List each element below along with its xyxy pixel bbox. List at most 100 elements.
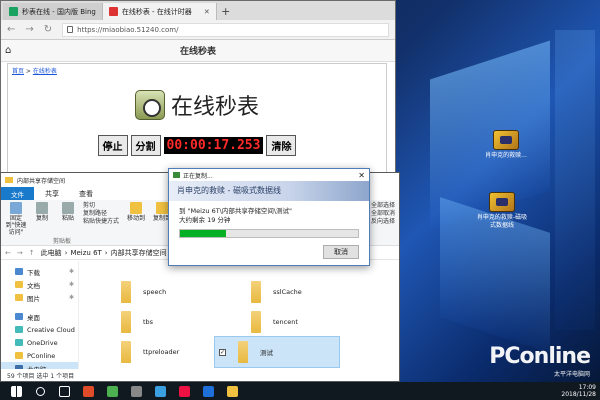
up-icon[interactable]: ↑ [29, 249, 35, 257]
site-header: ⌂ 在线秒表 [1, 40, 395, 62]
taskbar-app[interactable] [220, 382, 244, 400]
list-item[interactable]: ✓ 测试 [214, 336, 340, 368]
close-icon[interactable]: ✕ [358, 171, 365, 180]
movie-file-icon [489, 192, 515, 212]
paste-button[interactable]: 粘贴 [57, 202, 79, 236]
navigation-pane: 下载 ✱ 文档 ✱ 图片 ✱ 桌面 Creative Cloud OneDrive P… [1, 261, 79, 375]
nav-item-pictures[interactable]: 图片 ✱ [1, 291, 78, 304]
folder-icon [238, 341, 248, 363]
clear-button[interactable]: 清除 [266, 135, 297, 156]
stopwatch-controls: 停止 分割 00:00:17.253 清除 [8, 135, 386, 156]
paste-shortcut-button[interactable]: 粘贴快捷方式 [83, 218, 119, 226]
site-icon [108, 7, 118, 16]
pin-icon: ✱ [68, 281, 74, 288]
desktop-icon[interactable]: 肖申克的救赎-磁吸式数据线 [476, 192, 528, 230]
pin-icon: ✱ [68, 268, 74, 275]
folder-icon [15, 281, 23, 288]
path-segment[interactable]: 此电脑 [41, 248, 62, 258]
edge-icon [202, 385, 214, 397]
breadcrumb-home-link[interactable]: 首页 [12, 68, 24, 75]
taskbar-app[interactable] [196, 382, 220, 400]
taskbar-app[interactable] [76, 382, 100, 400]
folder-icon [121, 281, 131, 303]
back-icon[interactable]: ← [5, 249, 11, 257]
list-item[interactable]: tbs [121, 311, 153, 333]
nav-item-onedrive[interactable]: OneDrive [1, 336, 78, 349]
close-tab-icon[interactable]: ✕ [204, 8, 210, 16]
dialog-banner: 肖申克的救赎 - 磁吸式数据线 [169, 181, 369, 201]
home-icon[interactable]: ⌂ [5, 45, 11, 56]
tab-stopwatch[interactable]: 在线秒表 - 在线计时器 ✕ [102, 3, 217, 20]
file-explorer-icon [226, 385, 238, 397]
file-list: speech sslCache tbs tencent ttpreloader … [79, 261, 399, 369]
list-item[interactable]: ttpreloader [121, 341, 179, 363]
taskview-button[interactable] [52, 382, 76, 400]
chrome-icon [106, 385, 118, 397]
copy-icon [173, 172, 180, 178]
nav-item-desktop[interactable]: 桌面 [1, 310, 78, 323]
stopwatch-icon [134, 90, 165, 120]
app-icon [154, 385, 166, 397]
breadcrumb-current-link[interactable]: 在线秒表 [33, 68, 57, 75]
tab-bing[interactable]: 秒表在线 - 国内版 Bing [3, 3, 103, 20]
download-icon [15, 268, 23, 275]
folder-icon [15, 294, 23, 301]
start-button[interactable] [4, 382, 28, 400]
path-segment[interactable]: Meizu 6T [70, 249, 101, 257]
path-segment[interactable]: 内部共享存储空间 [111, 248, 167, 258]
list-item[interactable]: tencent [251, 311, 298, 333]
windows-icon [10, 385, 22, 397]
forward-icon[interactable]: → [25, 24, 33, 35]
cut-button[interactable]: 剪切 [83, 202, 119, 210]
nav-item-downloads[interactable]: 下载 ✱ [1, 265, 78, 278]
copy-to-icon [156, 202, 169, 214]
move-to-button[interactable]: 移动到 [125, 202, 147, 222]
breadcrumb[interactable]: 此电脑 › Meizu 6T › 内部共享存储空间 [41, 248, 167, 258]
lap-button[interactable]: 分割 [130, 135, 161, 156]
desktop-light-beam [555, 30, 595, 330]
tab-file[interactable]: 文件 [1, 187, 34, 200]
clock[interactable]: 17:09 2018/11/28 [561, 384, 596, 398]
copy-progress-dialog: 正在复制... ✕ 肖申克的救赎 - 磁吸式数据线 到 "Meizu 6T\内部… [168, 168, 370, 266]
tab-bar: 秒表在线 - 国内版 Bing 在线秒表 - 在线计时器 ✕ + [1, 1, 395, 20]
folder-icon [5, 177, 13, 183]
watermark: PConline 太平洋电脑网 [489, 344, 591, 378]
address-bar[interactable]: https://miaobiao.51240.com/ [62, 22, 389, 37]
tab-view[interactable]: 查看 [69, 187, 103, 200]
taskbar-app[interactable] [100, 382, 124, 400]
search-icon [35, 386, 45, 396]
list-item[interactable]: speech [121, 281, 166, 303]
taskbar-app[interactable] [148, 382, 172, 400]
clipboard-group: 固定到"快速访问" 复制 粘贴 剪切 复制路径 粘贴快捷方式 剪贴板 [5, 202, 119, 245]
lock-icon [67, 26, 74, 33]
stop-button[interactable]: 停止 [97, 135, 128, 156]
timer-display: 00:00:17.253 [163, 137, 264, 154]
nav-item-creative-cloud[interactable]: Creative Cloud [1, 323, 78, 336]
checkbox[interactable]: ✓ [219, 348, 226, 356]
tab-share[interactable]: 共享 [35, 187, 69, 200]
search-button[interactable] [28, 382, 52, 400]
taskbar-app[interactable] [172, 382, 196, 400]
pin-quick-access-button[interactable]: 固定到"快速访问" [5, 202, 27, 236]
hero: 在线秒表 [8, 89, 386, 121]
forward-icon[interactable]: → [17, 249, 23, 257]
cloud-icon [15, 339, 23, 346]
desktop-icon[interactable]: 肖申克的救赎... [480, 130, 532, 160]
new-tab-button[interactable]: + [217, 3, 235, 20]
list-item[interactable]: sslCache [251, 281, 302, 303]
taskbar-app[interactable] [124, 382, 148, 400]
nav-item-documents[interactable]: 文档 ✱ [1, 278, 78, 291]
invert-selection-button[interactable]: 反向选择 [371, 218, 395, 226]
copy-button[interactable]: 复制 [31, 202, 53, 236]
back-icon[interactable]: ← [7, 24, 15, 35]
explorer-body: 下载 ✱ 文档 ✱ 图片 ✱ 桌面 Creative Cloud OneDrive P… [1, 261, 399, 375]
copy-path-button[interactable]: 复制路径 [83, 210, 119, 218]
select-none-button[interactable]: 全部取消 [371, 210, 395, 218]
refresh-icon[interactable]: ↻ [44, 24, 52, 35]
nav-item-pconline[interactable]: PConline [1, 349, 78, 362]
cancel-button[interactable]: 取消 [323, 245, 359, 259]
site-title: 在线秒表 [179, 47, 216, 57]
app-icon [82, 385, 94, 397]
select-all-button[interactable]: 全部选择 [371, 202, 395, 210]
breadcrumb: 首页 > 在线秒表 [12, 68, 57, 75]
